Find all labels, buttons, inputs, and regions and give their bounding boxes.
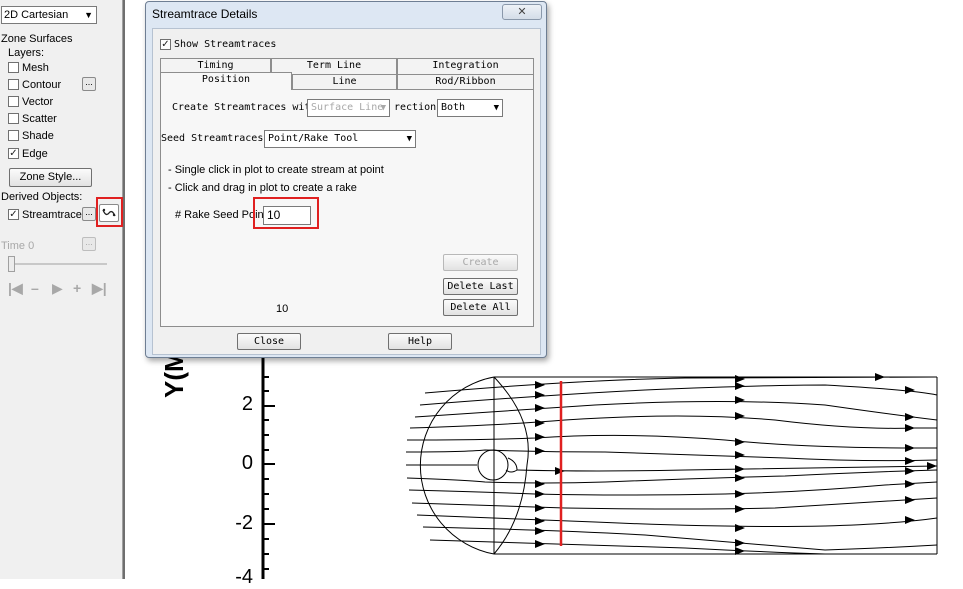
streamline-arrows xyxy=(535,373,937,555)
streamtraces-label: Streamtraces xyxy=(22,209,88,221)
time-value: 0 xyxy=(28,240,35,252)
tab-line[interactable]: Line xyxy=(292,74,397,90)
close-icon[interactable]: ✕ xyxy=(502,4,542,20)
hint-click-drag: - Click and drag in plot to create a rak… xyxy=(168,182,357,194)
create-with-label: Create Streamtraces with xyxy=(172,102,317,113)
y-tick-label: -4 xyxy=(235,566,253,588)
step-back-button[interactable]: – xyxy=(31,280,39,296)
y-tick-label: 2 xyxy=(241,393,253,415)
time-label: Time 0 xyxy=(1,240,34,252)
tab-integration[interactable]: Integration xyxy=(397,58,534,74)
contour-checkbox[interactable] xyxy=(8,79,19,90)
play-button[interactable]: ▶ xyxy=(52,280,63,297)
chevron-down-icon: ▼ xyxy=(380,103,386,113)
delete-last-button[interactable]: Delete Last xyxy=(443,278,518,295)
streamtraces-details-button[interactable]: ... xyxy=(82,207,96,221)
zone-style-button[interactable]: Zone Style... xyxy=(9,168,92,187)
sidebar: 2D Cartesian ▼ Zone Surfaces Layers: Mes… xyxy=(0,0,123,579)
create-button[interactable]: Create xyxy=(443,254,518,271)
dialog-title: Streamtrace Details xyxy=(152,7,258,21)
domain-inner-arc xyxy=(493,376,529,555)
direction-label: rection xyxy=(394,102,437,113)
direction-value: Both xyxy=(441,102,466,113)
position-tab-panel: Create Streamtraces with Surface Line ▼ … xyxy=(160,89,534,327)
tab-rod-ribbon[interactable]: Rod/Ribbon xyxy=(397,74,534,90)
edge-checkbox[interactable]: ✓ xyxy=(8,148,19,159)
time-slider-thumb[interactable] xyxy=(8,256,15,272)
derived-objects-heading: Derived Objects: xyxy=(1,191,83,203)
y-tick-label: -2 xyxy=(235,512,253,534)
show-streamtraces-checkbox[interactable]: ✓ xyxy=(160,39,171,50)
streamtrace-details-dialog: Streamtrace Details ✕ ✓ Show Streamtrace… xyxy=(145,1,547,358)
streamtrace-count: 10 xyxy=(276,303,289,315)
tab-position[interactable]: Position xyxy=(160,72,292,90)
help-button[interactable]: Help xyxy=(388,333,452,350)
create-with-select[interactable]: Surface Line ▼ xyxy=(307,99,390,117)
create-with-value: Surface Line xyxy=(311,102,384,113)
seed-streamtraces-label: Seed Streamtraces xyxy=(161,133,264,144)
contour-label: Contour xyxy=(22,79,62,91)
contour-details-button[interactable]: ... xyxy=(82,77,96,91)
edge-label: Edge xyxy=(22,148,48,160)
mesh-checkbox[interactable] xyxy=(8,62,19,73)
scatter-label: Scatter xyxy=(22,113,57,125)
dialog-body: ✓ Show Streamtraces Timing Term Line Int… xyxy=(152,28,541,355)
streamlines xyxy=(405,376,938,555)
last-frame-button[interactable]: ▶| xyxy=(92,280,107,297)
zone-surfaces-heading: Zone Surfaces xyxy=(1,33,73,45)
time-details-button[interactable]: ... xyxy=(82,237,96,251)
step-forward-button[interactable]: + xyxy=(73,280,81,296)
streamtraces-checkbox[interactable]: ✓ xyxy=(8,209,19,220)
vector-checkbox[interactable] xyxy=(8,96,19,107)
chevron-down-icon: ▼ xyxy=(84,10,93,20)
vector-label: Vector xyxy=(22,96,54,108)
plot-type-value: 2D Cartesian xyxy=(4,9,69,21)
delete-all-button[interactable]: Delete All xyxy=(443,299,518,316)
y-axis-ticks xyxy=(263,355,275,570)
shade-label: Shade xyxy=(22,130,54,142)
show-streamtraces-label: Show Streamtraces xyxy=(174,39,277,50)
time-label-text: Time xyxy=(1,240,26,252)
seed-streamtraces-select[interactable]: Point/Rake Tool ▼ xyxy=(264,130,416,148)
seed-streamtraces-value: Point/Rake Tool xyxy=(268,133,359,144)
time-slider-track[interactable] xyxy=(8,263,107,265)
cylinder-obstacle xyxy=(477,449,509,481)
plot-type-select[interactable]: 2D Cartesian ▼ xyxy=(1,6,97,24)
hint-single-click: - Single click in plot to create stream … xyxy=(168,164,384,176)
shade-checkbox[interactable] xyxy=(8,130,19,141)
y-tick-label: 0 xyxy=(241,452,253,474)
streamtrace-tool-highlight xyxy=(96,197,123,227)
chevron-down-icon: ▼ xyxy=(406,134,412,144)
mesh-label: Mesh xyxy=(22,62,49,74)
layers-heading: Layers: xyxy=(8,47,45,59)
chevron-down-icon: ▼ xyxy=(493,103,499,113)
scatter-checkbox[interactable] xyxy=(8,113,19,124)
rake-seed-points-highlight xyxy=(253,197,319,229)
domain-outline xyxy=(419,376,938,555)
first-frame-button[interactable]: |◀ xyxy=(8,280,23,297)
close-button[interactable]: Close xyxy=(237,333,301,350)
direction-select[interactable]: Both ▼ xyxy=(437,99,503,117)
